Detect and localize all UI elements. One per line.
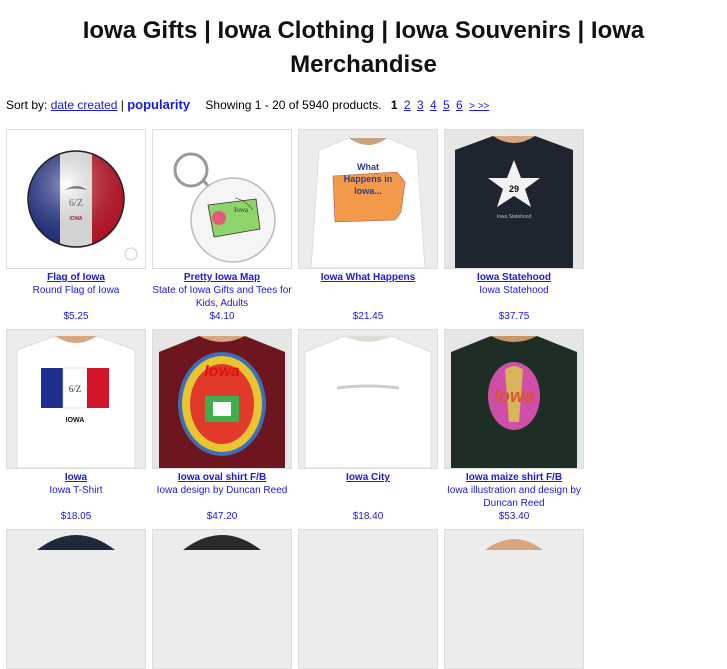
sort-popularity-link[interactable]: popularity bbox=[127, 97, 190, 112]
product-image-tshirt[interactable]: 29 Iowa Statehood bbox=[444, 129, 584, 269]
product-price: $47.20 bbox=[206, 511, 238, 522]
product-price: $18.05 bbox=[60, 511, 92, 522]
product-card bbox=[298, 529, 438, 669]
star-number: 29 bbox=[509, 184, 519, 194]
product-card: 6/Z IOWA Iowa Iowa T-Shirt $18.05 bbox=[6, 329, 146, 523]
svg-text:6/Z: 6/Z bbox=[69, 384, 82, 394]
product-price: $4.10 bbox=[209, 311, 235, 322]
page-link-5[interactable]: 5 bbox=[443, 98, 450, 112]
flag-text: IOWA bbox=[66, 417, 85, 424]
product-price: $18.40 bbox=[352, 511, 384, 522]
product-name-link[interactable]: Pretty Iowa Map bbox=[152, 271, 292, 284]
product-description bbox=[298, 484, 438, 510]
product-name-link[interactable]: Iowa bbox=[6, 471, 146, 484]
product-image-tshirt[interactable] bbox=[6, 529, 146, 669]
product-image-tshirt[interactable] bbox=[298, 329, 438, 469]
product-image-tshirt[interactable] bbox=[298, 529, 438, 669]
product-price: $53.40 bbox=[498, 511, 530, 522]
svg-text:What: What bbox=[357, 162, 379, 172]
product-description: Iowa T-Shirt bbox=[49, 485, 103, 496]
product-description: Iowa Statehood bbox=[479, 285, 549, 296]
current-page: 1 bbox=[390, 98, 398, 112]
product-price: $21.45 bbox=[352, 311, 384, 322]
next-page-link[interactable]: > >> bbox=[469, 101, 489, 112]
product-image-tshirt[interactable] bbox=[444, 529, 584, 669]
product-card bbox=[152, 529, 292, 669]
product-name-link[interactable]: Iowa What Happens bbox=[298, 271, 438, 284]
sort-separator: | bbox=[120, 98, 124, 112]
oval-logo-text: Iowa bbox=[204, 363, 240, 380]
product-name-link[interactable]: Flag of Iowa bbox=[6, 271, 146, 284]
page-link-6[interactable]: 6 bbox=[456, 98, 463, 112]
product-image-keychain[interactable]: Iowa bbox=[152, 129, 292, 269]
product-card: Iowa Pretty Iowa Map State of Iowa Gifts… bbox=[152, 129, 292, 323]
product-image-tshirt[interactable]: Iowa bbox=[444, 329, 584, 469]
product-name-link[interactable]: Iowa Statehood bbox=[444, 271, 584, 284]
product-price: $5.25 bbox=[63, 311, 89, 322]
product-card: Iowa Iowa maize shirt F/B Iowa illustrat… bbox=[444, 329, 584, 523]
product-description: State of Iowa Gifts and Tees for Kids, A… bbox=[152, 285, 292, 309]
page-link-2[interactable]: 2 bbox=[404, 98, 411, 112]
product-image-tshirt[interactable]: 6/Z IOWA bbox=[6, 329, 146, 469]
product-card: Iowa City $18.40 bbox=[298, 329, 438, 523]
page-title: Iowa Gifts | Iowa Clothing | Iowa Souven… bbox=[82, 17, 645, 78]
svg-text:Iowa...: Iowa... bbox=[354, 186, 382, 196]
sort-bar: Sort by: date created | popularity Showi… bbox=[6, 97, 721, 112]
sort-label: Sort by: bbox=[6, 98, 48, 112]
product-name-link[interactable]: Iowa City bbox=[298, 471, 438, 484]
statehood-tag: Iowa Statehood bbox=[497, 214, 532, 220]
product-card: 29 Iowa Statehood Iowa Statehood Iowa St… bbox=[444, 129, 584, 323]
product-name-link[interactable]: Iowa maize shirt F/B bbox=[444, 471, 584, 484]
product-image-tshirt[interactable]: Iowa bbox=[152, 329, 292, 469]
product-card: What Happens in Iowa... Iowa What Happen… bbox=[298, 129, 438, 323]
keychain-label: Iowa bbox=[234, 206, 249, 214]
product-card: 6/Z IOWA Flag of Iowa Round Flag of Iowa… bbox=[6, 129, 146, 323]
product-image-flag-button[interactable]: 6/Z IOWA bbox=[6, 129, 146, 269]
product-description: Iowa design by Duncan Reed bbox=[156, 485, 288, 496]
product-description: Round Flag of Iowa bbox=[32, 285, 120, 296]
svg-text:Happens in: Happens in bbox=[344, 174, 393, 184]
product-image-tshirt[interactable]: What Happens in Iowa... bbox=[298, 129, 438, 269]
product-image-tshirt[interactable] bbox=[152, 529, 292, 669]
product-card: Iowa Iowa oval shirt F/B Iowa design by … bbox=[152, 329, 292, 523]
product-card bbox=[6, 529, 146, 669]
product-price: $37.75 bbox=[498, 311, 530, 322]
product-name-link[interactable]: Iowa oval shirt F/B bbox=[152, 471, 292, 484]
showing-count: Showing 1 - 20 of 5940 products. bbox=[205, 98, 382, 112]
product-description: Iowa illustration and design by Duncan R… bbox=[447, 485, 581, 509]
product-card bbox=[444, 529, 584, 669]
product-description bbox=[298, 284, 438, 310]
page-link-3[interactable]: 3 bbox=[417, 98, 424, 112]
sort-date-created-link[interactable]: date created bbox=[51, 98, 118, 112]
page-link-4[interactable]: 4 bbox=[430, 98, 437, 112]
maize-logo-text: Iowa bbox=[494, 386, 534, 406]
